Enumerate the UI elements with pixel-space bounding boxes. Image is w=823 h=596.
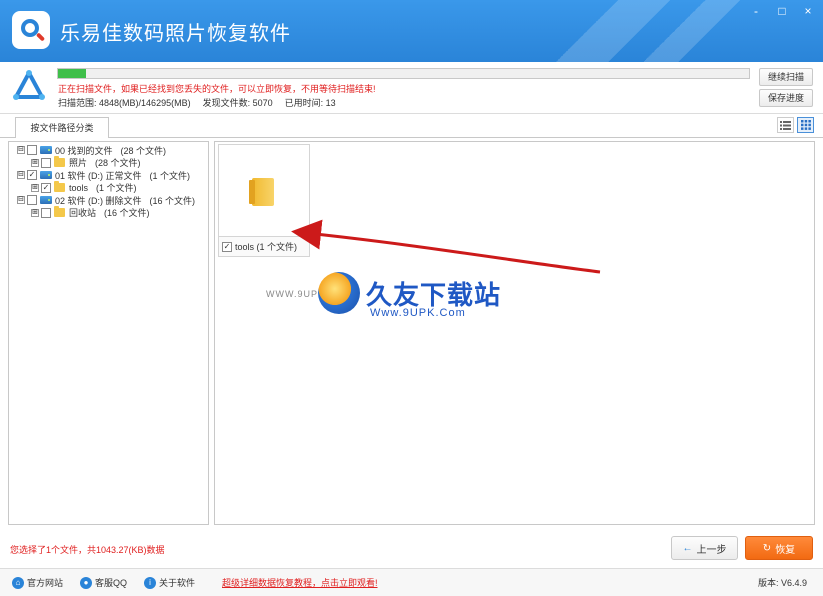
close-button[interactable]: × (801, 4, 815, 18)
info-icon: i (144, 576, 156, 589)
watermark-url: Www.9UPK.Com (370, 307, 466, 319)
grid-view-icon (800, 120, 811, 130)
arrow-left-icon: ← (682, 542, 693, 554)
previous-step-button[interactable]: ← 上一步 (671, 536, 738, 560)
list-view-icon (780, 120, 791, 130)
official-site-link[interactable]: ⌂ 官方网站 (12, 576, 63, 589)
support-qq-link[interactable]: ● 客服QQ (80, 576, 127, 589)
scan-message: 正在扫描文件，如果已经找到您丢失的文件，可以立即恢复，不用等待扫描结束! (58, 84, 376, 94)
folder-icon (54, 156, 65, 168)
recover-label: 恢复 (775, 544, 796, 556)
scan-progress-bar (57, 68, 750, 79)
scan-logo-icon (13, 70, 45, 100)
continue-scan-button[interactable]: 继续扫描 (759, 68, 813, 86)
about-link[interactable]: i 关于软件 (144, 576, 195, 589)
tree-checkbox[interactable]: ✓ (41, 182, 51, 193)
home-icon: ⌂ (12, 576, 24, 589)
folder-icon (54, 181, 65, 193)
official-site-label: 官方网站 (27, 578, 64, 588)
drive-icon (40, 196, 52, 205)
tree-checkbox[interactable]: ✓ (27, 170, 37, 181)
elapsed-time: 已用时间: 13 (284, 98, 336, 108)
tree-node-count: (28 个文件) (120, 145, 167, 156)
thumbnail-label: ✓ tools (1 个文件) (219, 236, 309, 256)
grid-view-button[interactable] (797, 117, 814, 133)
watermark-logo-icon (318, 272, 360, 314)
title-bar-decoration (523, 0, 783, 62)
thumbnail-label-text: tools (1 个文件) (235, 242, 298, 252)
folder-icon (249, 178, 274, 206)
footer-bar: ⌂ 官方网站 ● 客服QQ i 关于软件 超级详细数据恢复教程，点击立即观看! … (0, 568, 823, 596)
tree-node-label: 回收站 (69, 208, 97, 219)
scan-stats: 扫描范围: 4848(MB)/146295(MB) 发现文件数: 5070 已用… (58, 96, 336, 109)
tree-node-count: (1 个文件) (96, 183, 137, 194)
tree-node[interactable]: ⊞ 回收站 (16 个文件) (9, 206, 208, 220)
tab-row: 按文件路径分类 (0, 114, 823, 138)
tutorial-promo-link[interactable]: 超级详细数据恢复教程，点击立即观看! (222, 576, 378, 589)
tree-checkbox[interactable] (41, 207, 51, 218)
minimize-button[interactable]: - (749, 4, 763, 18)
save-progress-button[interactable]: 保存进度 (759, 89, 813, 107)
list-view-button[interactable] (777, 117, 794, 133)
app-title: 乐易佳数码照片恢复软件 (60, 23, 291, 45)
collapse-icon[interactable]: ⊟ (17, 146, 25, 155)
tree-node-count: (1 个文件) (149, 170, 191, 181)
tree-node-label: 01 软件 (D:) 正常文件 (55, 170, 142, 181)
selection-info: 您选择了1个文件，共1043.27(KB)数据 (10, 545, 165, 555)
qq-icon: ● (80, 576, 92, 589)
app-logo-icon (12, 11, 50, 49)
tree-node[interactable]: ⊞ ✓ tools (1 个文件) (9, 181, 208, 195)
scan-progress-fill (58, 69, 86, 78)
tree-checkbox[interactable] (41, 157, 51, 168)
collapse-icon[interactable]: ⊟ (17, 196, 25, 205)
recover-button[interactable]: ↻ 恢复 (745, 536, 813, 560)
tree-checkbox[interactable] (27, 195, 37, 206)
tree-node-count: (28 个文件) (95, 158, 141, 169)
collapse-icon[interactable]: ⊟ (17, 171, 25, 180)
file-content-panel: ✓ tools (1 个文件) (214, 141, 815, 525)
expand-icon[interactable]: ⊞ (31, 158, 39, 167)
drive-icon (40, 171, 52, 180)
expand-icon[interactable]: ⊞ (31, 183, 39, 192)
file-tree-panel: ⊟ 00 找到的文件 (28 个文件) ⊞ 照片 (28 个文件) ⊟ ✓ 01 软件 (D:)… (8, 141, 209, 525)
files-found: 发现文件数: 5070 (202, 98, 273, 108)
folder-thumbnail[interactable]: ✓ tools (1 个文件) (218, 144, 310, 257)
drive-icon (40, 146, 52, 155)
tree-node-label: 02 软件 (D:) 删除文件 (55, 195, 142, 206)
tab-by-file-path[interactable]: 按文件路径分类 (15, 117, 109, 138)
tree-node[interactable]: ⊟ ✓ 01 软件 (D:) 正常文件 (1 个文件) (9, 169, 208, 182)
thumbnail-checkbox[interactable]: ✓ (222, 241, 232, 252)
tree-node-count: (16 个文件) (104, 208, 150, 219)
scan-status-area: 正在扫描文件，如果已经找到您丢失的文件，可以立即恢复，不用等待扫描结束! 扫描范… (0, 62, 823, 114)
version-label: 版本: V6.4.9 (757, 578, 807, 588)
tree-node[interactable]: ⊟ 02 软件 (D:) 删除文件 (16 个文件) (9, 194, 208, 207)
title-bar: 乐易佳数码照片恢复软件 - □ × (0, 0, 823, 62)
refresh-icon: ↻ (762, 542, 772, 554)
scan-range: 扫描范围: 4848(MB)/146295(MB) (58, 98, 191, 108)
tree-node-count: (16 个文件) (149, 195, 196, 206)
tree-node-label: 照片 (69, 158, 88, 169)
about-label: 关于软件 (159, 578, 196, 588)
maximize-button[interactable]: □ (775, 4, 789, 18)
tree-node[interactable]: ⊞ 照片 (28 个文件) (9, 156, 208, 170)
file-tree: ⊟ 00 找到的文件 (28 个文件) ⊞ 照片 (28 个文件) ⊟ ✓ 01 软件 (D:)… (9, 144, 208, 219)
window-controls: - □ × (749, 4, 815, 18)
expand-icon[interactable]: ⊞ (31, 208, 39, 217)
folder-icon (54, 206, 65, 218)
tree-checkbox[interactable] (27, 145, 37, 156)
tree-node-label: tools (69, 182, 89, 193)
tree-node[interactable]: ⊟ 00 找到的文件 (28 个文件) (9, 144, 208, 157)
previous-step-label: 上一步 (696, 544, 727, 556)
watermark: WWW.9UPK.COM 久友下载站 Www.9UPK.Com (266, 264, 524, 330)
tree-node-label: 00 找到的文件 (55, 145, 113, 156)
support-qq-label: 客服QQ (95, 578, 128, 588)
